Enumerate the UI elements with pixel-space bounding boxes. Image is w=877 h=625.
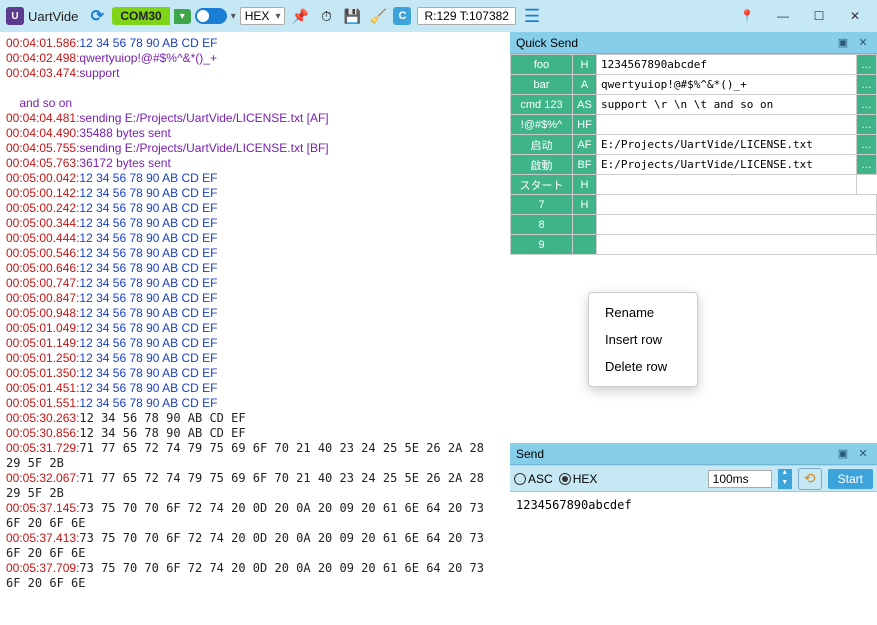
- quick-send-row: 7H: [511, 195, 877, 215]
- hex-radio[interactable]: HEX: [559, 472, 598, 486]
- send-close[interactable]: ✕: [855, 446, 871, 462]
- titlebar: U UartVide ⟳ COM30 ▾ ▾ HEX▾ 📌 ⏱ 💾 🧹 C R:1…: [0, 0, 877, 32]
- interval-spinner[interactable]: ▲▼: [778, 469, 792, 489]
- qs-name-cell[interactable]: 9: [511, 235, 573, 255]
- send-textarea[interactable]: 1234567890abcdef: [510, 492, 877, 625]
- qs-send-button[interactable]: …: [857, 55, 877, 75]
- qs-data-cell[interactable]: [597, 175, 857, 195]
- qs-format-cell[interactable]: A: [573, 75, 597, 95]
- qs-name-cell[interactable]: foo: [511, 55, 573, 75]
- qs-name-cell[interactable]: 啟動: [511, 155, 573, 175]
- save-icon[interactable]: 💾: [341, 6, 363, 26]
- close-button[interactable]: ✕: [839, 2, 871, 30]
- qs-name-cell[interactable]: 7: [511, 195, 573, 215]
- qs-send-button[interactable]: …: [857, 95, 877, 115]
- stats-display: R:129 T:107382: [417, 7, 516, 25]
- qs-send-button[interactable]: …: [857, 155, 877, 175]
- quick-send-header: Quick Send ▣ ✕: [510, 32, 877, 54]
- connect-toggle[interactable]: [195, 8, 227, 24]
- send-title: Send: [516, 447, 544, 461]
- qs-format-cell[interactable]: [573, 235, 597, 255]
- display-mode-label: HEX: [245, 9, 270, 23]
- send-header: Send ▣ ✕: [510, 443, 877, 465]
- quick-send-row: cmd 123ASsupport \r \n \t and so on…: [511, 95, 877, 115]
- pin-window-button[interactable]: 📍: [731, 2, 763, 30]
- clear-icon[interactable]: 🧹: [367, 6, 389, 26]
- qs-name-cell[interactable]: 8: [511, 215, 573, 235]
- quick-send-row: 8: [511, 215, 877, 235]
- toggle-dropdown[interactable]: ▾: [231, 11, 236, 22]
- qs-name-cell[interactable]: 启动: [511, 135, 573, 155]
- qs-send-button[interactable]: …: [857, 135, 877, 155]
- context-menu-item[interactable]: Delete row: [589, 353, 697, 380]
- quick-send-row: スタートH: [511, 175, 877, 195]
- pin-icon[interactable]: 📌: [289, 6, 311, 26]
- maximize-button[interactable]: ☐: [803, 2, 835, 30]
- context-menu-item[interactable]: Rename: [589, 299, 697, 326]
- asc-radio[interactable]: ASC: [514, 472, 553, 486]
- qs-format-cell[interactable]: H: [573, 55, 597, 75]
- send-pane: ASC HEX 100ms ▲▼ ⟲ Start 1234567890abcde…: [510, 465, 877, 625]
- quick-send-row: !@#$%^HF …: [511, 115, 877, 135]
- quick-send-title: Quick Send: [516, 36, 578, 50]
- qs-data-cell[interactable]: E:/Projects/UartVide/LICENSE.txt: [597, 135, 857, 155]
- quick-send-table: fooH1234567890abcdef…barAqwertyuiop!@#$%…: [510, 54, 877, 255]
- qs-format-cell[interactable]: AF: [573, 135, 597, 155]
- port-dropdown[interactable]: ▾: [174, 9, 191, 24]
- minimize-button[interactable]: —: [767, 2, 799, 30]
- loop-button[interactable]: ⟲: [798, 468, 822, 490]
- qs-format-cell[interactable]: H: [573, 175, 597, 195]
- quick-send-pane: fooH1234567890abcdef…barAqwertyuiop!@#$%…: [510, 54, 877, 443]
- qs-format-cell[interactable]: HF: [573, 115, 597, 135]
- qs-name-cell[interactable]: cmd 123: [511, 95, 573, 115]
- port-selector[interactable]: COM30: [112, 7, 169, 25]
- app-icon: U: [6, 7, 24, 25]
- log-pane[interactable]: 00:04:01.586:12 34 56 78 90 AB CD EF 00:…: [0, 32, 510, 625]
- qs-data-cell[interactable]: 1234567890abcdef: [597, 55, 857, 75]
- interval-input[interactable]: 100ms: [708, 470, 772, 488]
- menu-icon[interactable]: ☰: [524, 6, 540, 27]
- quick-send-row: 啟動BFE:/Projects/UartVide/LICENSE.txt…: [511, 155, 877, 175]
- qs-send-button[interactable]: …: [857, 115, 877, 135]
- display-mode-select[interactable]: HEX▾: [240, 7, 286, 25]
- qs-name-cell[interactable]: スタート: [511, 175, 573, 195]
- quick-send-close[interactable]: ✕: [855, 35, 871, 51]
- copy-button[interactable]: C: [393, 7, 411, 25]
- send-popout[interactable]: ▣: [835, 446, 851, 462]
- quick-send-popout[interactable]: ▣: [835, 35, 851, 51]
- qs-data-cell[interactable]: E:/Projects/UartVide/LICENSE.txt: [597, 155, 857, 175]
- quick-send-row: fooH1234567890abcdef…: [511, 55, 877, 75]
- qs-data-cell[interactable]: [597, 115, 857, 135]
- context-menu-item[interactable]: Insert row: [589, 326, 697, 353]
- qs-format-cell[interactable]: AS: [573, 95, 597, 115]
- refresh-button[interactable]: ⟳: [86, 5, 108, 27]
- qs-format-cell[interactable]: BF: [573, 155, 597, 175]
- qs-format-cell[interactable]: [573, 215, 597, 235]
- app-title: UartVide: [28, 9, 78, 24]
- qs-data-cell[interactable]: support \r \n \t and so on: [597, 95, 857, 115]
- refresh-icon: ⟳: [91, 6, 104, 26]
- start-button[interactable]: Start: [828, 469, 873, 489]
- qs-format-cell[interactable]: H: [573, 195, 597, 215]
- context-menu: RenameInsert rowDelete row: [588, 292, 698, 387]
- qs-send-button[interactable]: …: [857, 75, 877, 95]
- quick-send-row: 9: [511, 235, 877, 255]
- qs-name-cell[interactable]: !@#$%^: [511, 115, 573, 135]
- timestamp-icon[interactable]: ⏱: [315, 6, 337, 26]
- quick-send-row: barAqwertyuiop!@#$%^&*()_+…: [511, 75, 877, 95]
- qs-name-cell[interactable]: bar: [511, 75, 573, 95]
- qs-data-cell[interactable]: qwertyuiop!@#$%^&*()_+: [597, 75, 857, 95]
- quick-send-row: 启动AFE:/Projects/UartVide/LICENSE.txt…: [511, 135, 877, 155]
